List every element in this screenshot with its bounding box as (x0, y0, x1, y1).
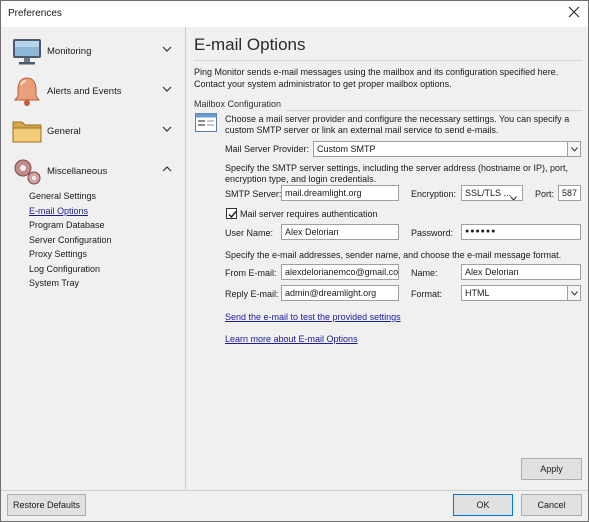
chevron-down-icon[interactable] (567, 286, 580, 300)
port-label: Port: (535, 189, 555, 199)
sidebar-category-label: General (47, 126, 81, 137)
username-label: User Name: (225, 228, 274, 238)
page-title: E-mail Options (194, 35, 306, 54)
sidebar-item-system-tray[interactable]: System Tray (29, 276, 112, 291)
format-label: Format: (411, 289, 443, 299)
title-divider (194, 60, 582, 61)
sidebar-category-monitoring[interactable]: Monitoring (1, 31, 186, 71)
folder-icon (10, 114, 44, 148)
smtp-description: Specify the SMTP server settings, includ… (225, 163, 568, 184)
provider-select[interactable]: Custom SMTP (313, 141, 581, 157)
sidebar-category-label: Monitoring (47, 46, 92, 57)
format-value: HTML (465, 288, 490, 298)
ok-button[interactable]: OK (453, 494, 513, 516)
chevron-down-icon (162, 84, 172, 94)
smtp-server-input[interactable]: mail.dreamlight.org (281, 185, 399, 201)
bell-icon (10, 74, 44, 108)
auth-checkbox-label: Mail server requires authentication (240, 209, 378, 219)
password-label: Password: (411, 228, 454, 238)
preferences-window: Preferences Monitoring Alerts and Events… (0, 0, 589, 522)
chevron-down-icon (162, 44, 172, 54)
footer-bar: Restore Defaults OK Cancel (1, 490, 588, 521)
sender-name-label: Name: (411, 268, 438, 278)
password-input[interactable]: ●●●●●● (461, 224, 581, 240)
intro-text: Ping Monitor sends e-mail messages using… (194, 67, 559, 89)
sidebar-item-email-options[interactable]: E-mail Options (29, 204, 112, 219)
smtp-server-label: SMTP Server: (225, 189, 282, 199)
monitor-icon (10, 34, 44, 68)
mailbox-configuration-label: Mailbox Configuration (194, 99, 282, 109)
section-divider (287, 110, 582, 111)
chevron-up-icon (162, 164, 172, 174)
reply-email-input[interactable]: admin@dreamlight.org (281, 285, 399, 301)
email-options-panel: E-mail Options Ping Monitor sends e-mail… (187, 27, 588, 490)
address-description: Specify the e-mail addresses, sender nam… (225, 250, 562, 260)
title-bar: Preferences (1, 1, 588, 27)
test-email-link[interactable]: Send the e-mail to test the provided set… (225, 312, 401, 322)
sidebar-item-server-configuration[interactable]: Server Configuration (29, 233, 112, 248)
sidebar-category-alerts[interactable]: Alerts and Events (1, 71, 186, 111)
sidebar-item-log-configuration[interactable]: Log Configuration (29, 262, 112, 277)
sidebar-item-general-settings[interactable]: General Settings (29, 189, 112, 204)
sidebar-category-label: Miscellaneous (47, 166, 108, 177)
provider-label: Mail Server Provider: (225, 144, 310, 154)
chevron-down-icon (162, 124, 172, 134)
from-email-input[interactable]: alexdelorianemco@gmail.co (281, 264, 399, 280)
cancel-button[interactable]: Cancel (521, 494, 582, 516)
mailbox-settings-icon (195, 113, 217, 132)
auth-checkbox[interactable] (226, 208, 237, 219)
sidebar: Monitoring Alerts and Events General Mis… (1, 27, 186, 490)
close-icon[interactable] (566, 5, 582, 21)
sidebar-item-program-database[interactable]: Program Database (29, 218, 112, 233)
apply-button[interactable]: Apply (521, 458, 582, 480)
sender-name-input[interactable]: Alex Delorian (461, 264, 581, 280)
encryption-label: Encryption: (411, 189, 457, 199)
port-input[interactable]: 587 (558, 185, 581, 201)
restore-defaults-button[interactable]: Restore Defaults (7, 494, 86, 516)
sidebar-category-label: Alerts and Events (47, 86, 122, 97)
sidebar-category-general[interactable]: General (1, 111, 186, 151)
provider-description: Choose a mail server provider and config… (225, 114, 570, 135)
miscellaneous-subnav: General Settings E-mail Options Program … (29, 189, 112, 291)
encryption-value: SSL/TLS ... (465, 188, 512, 198)
reply-email-label: Reply E-mail: (225, 289, 279, 299)
provider-value: Custom SMTP (317, 144, 376, 154)
from-email-label: From E-mail: (225, 268, 277, 278)
gears-icon (10, 154, 44, 188)
window-title: Preferences (8, 8, 62, 19)
sidebar-category-miscellaneous[interactable]: Miscellaneous (1, 151, 186, 191)
chevron-down-icon (510, 191, 517, 200)
username-input[interactable]: Alex Delorian (281, 224, 399, 240)
format-select[interactable]: HTML (461, 285, 581, 301)
encryption-select[interactable]: SSL/TLS ... (461, 185, 523, 201)
chevron-down-icon[interactable] (567, 142, 580, 156)
learn-more-link[interactable]: Learn more about E-mail Options (225, 334, 358, 344)
sidebar-item-proxy-settings[interactable]: Proxy Settings (29, 247, 112, 262)
